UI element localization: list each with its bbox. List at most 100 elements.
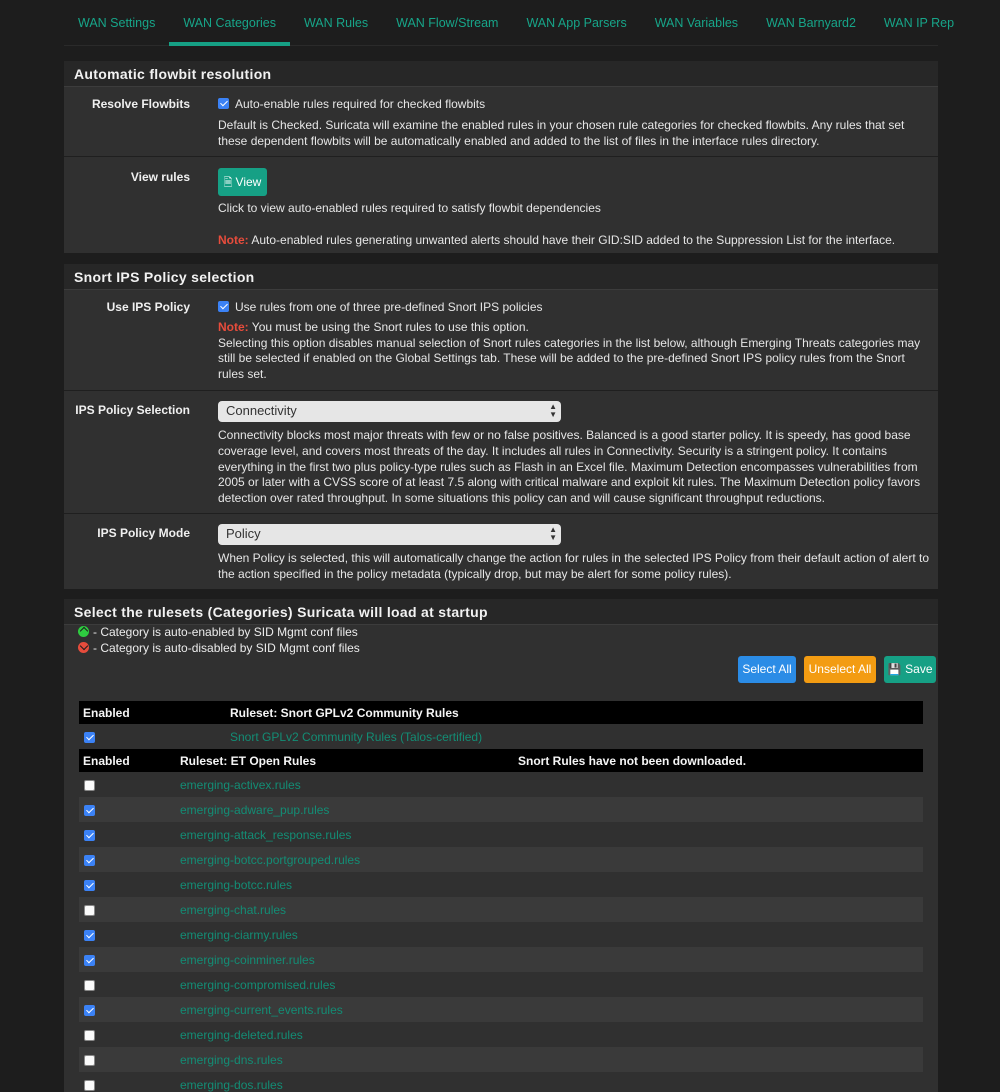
use-ips-help: Selecting this option disables manual se… [218,335,921,382]
auto-enabled-icon [78,626,89,637]
view-rules-row: View rules 🗎 View Click to view auto-enab… [64,157,938,253]
rule-checkbox[interactable] [84,980,95,991]
rule-link[interactable]: emerging-botcc.portgrouped.rules [180,853,360,867]
view-button[interactable]: 🗎 View [218,168,267,196]
et-rules-list: emerging-activex.rules emerging-adware_pu… [79,772,923,1092]
flowbit-heading: Automatic flowbit resolution [64,61,938,87]
snort-status-header: Snort Rules have not been downloaded. [518,754,747,768]
use-ips-checkbox-row[interactable]: Use rules from one of three pre-defined … [218,300,932,316]
use-ips-policy-label: Use IPS Policy [106,300,190,314]
snort-rules-table: Enabled Ruleset: Snort GPLv2 Community R… [79,701,923,1092]
ips-policy-selection-help: Connectivity blocks most major threats w… [218,428,921,506]
snort-table-header: Enabled Ruleset: Snort GPLv2 Community R… [79,701,923,724]
ips-policy-select-value: Connectivity [226,403,297,418]
rule-link[interactable]: emerging-adware_pup.rules [180,803,329,817]
rule-checkbox[interactable] [84,1005,95,1016]
rule-checkbox[interactable] [84,905,95,916]
table-row: emerging-botcc.portgrouped.rules [79,847,923,872]
table-row: emerging-dos.rules [79,1072,923,1092]
ips-policy-selection-label: IPS Policy Selection [75,403,190,417]
save-icon: 💾 [887,664,902,676]
save-button[interactable]: 💾 Save [884,656,936,683]
rule-link[interactable]: emerging-attack_response.rules [180,828,351,842]
rule-link[interactable]: emerging-botcc.rules [180,878,292,892]
table-row: Snort GPLv2 Community Rules (Talos-certi… [79,724,923,749]
table-row: emerging-deleted.rules [79,1022,923,1047]
rule-link[interactable]: emerging-dos.rules [180,1078,283,1092]
rule-link[interactable]: emerging-chat.rules [180,903,286,917]
legend-auto-enabled: - Category is auto-enabled by SID Mgmt c… [78,625,358,639]
tab-wan-variables[interactable]: WAN Variables [641,0,752,46]
tab-bar: WAN Settings WAN Categories WAN Rules WAN F… [64,0,954,46]
ips-note-prefix: Note: [218,319,249,334]
tab-wan-app-parsers[interactable]: WAN App Parsers [512,0,640,46]
select-arrows-icon: ▲ ▼ [549,525,557,542]
rule-checkbox[interactable] [84,830,95,841]
ips-policy-mode-label: IPS Policy Mode [97,526,190,540]
rule-checkbox[interactable] [84,955,95,966]
document-icon: 🗎 [223,177,233,189]
rule-checkbox[interactable] [84,780,95,791]
rule-link[interactable]: emerging-deleted.rules [180,1028,303,1042]
rule-link[interactable]: emerging-dns.rules [180,1053,283,1067]
use-ips-policy-checkbox[interactable] [218,301,229,312]
ruleset-actions: Select All Unselect All 💾 Save [64,656,938,683]
resolve-flowbits-checkbox[interactable] [218,98,229,109]
resolve-flowbits-checkbox-label: Auto-enable rules required for checked f… [235,97,486,111]
flowbit-note-prefix: Note: [218,232,249,247]
ips-policy-mode-select-value: Policy [226,526,261,541]
rule-link[interactable]: emerging-current_events.rules [180,1003,343,1017]
use-ips-policy-row: Use IPS Policy Use rules from one of thr… [64,290,938,391]
snort-ruleset-header: Ruleset: Snort GPLv2 Community Rules [230,706,459,720]
rule-checkbox[interactable] [84,1055,95,1066]
ips-note-text: You must be using the Snort rules to use… [251,319,529,334]
tab-wan-categories[interactable]: WAN Categories [169,0,290,46]
tab-wan-flow-stream[interactable]: WAN Flow/Stream [382,0,512,46]
rule-checkbox[interactable] [84,805,95,816]
table-row: emerging-coinminer.rules [79,947,923,972]
auto-disabled-icon [78,642,89,653]
rule-link[interactable]: emerging-compromised.rules [180,978,335,992]
flowbit-panel: Automatic flowbit resolution Resolve Flo… [64,61,938,253]
table-row: emerging-adware_pup.rules [79,797,923,822]
rule-checkbox[interactable] [84,855,95,866]
rulesets-heading: Select the rulesets (Categories) Suricat… [64,599,938,625]
save-button-label: Save [905,662,933,676]
resolve-flowbits-row: Resolve Flowbits Auto-enable rules requi… [64,87,938,157]
legend-auto-enabled-text: - Category is auto-enabled by SID Mgmt c… [93,625,358,639]
ips-note: Note: You must be using the Snort rules … [218,320,932,336]
et-table-header: Enabled Ruleset: ET Open Rules Snort Rul… [79,749,923,772]
snort-community-link[interactable]: Snort GPLv2 Community Rules (Talos-certi… [230,730,482,744]
tab-wan-settings[interactable]: WAN Settings [64,0,169,46]
rule-checkbox[interactable] [84,1080,95,1091]
view-rules-help: Click to view auto-enabled rules require… [218,201,601,215]
tab-wan-barnyard2[interactable]: WAN Barnyard2 [752,0,870,46]
ips-policy-mode-select[interactable]: Policy ▲ ▼ [218,524,561,545]
ips-policy-panel: Snort IPS Policy selection Use IPS Polic… [64,264,938,589]
rule-checkbox[interactable] [84,1030,95,1041]
unselect-all-button[interactable]: Unselect All [804,656,876,683]
select-arrows-icon: ▲ ▼ [549,402,557,419]
table-row: emerging-current_events.rules [79,997,923,1022]
view-rules-label: View rules [130,170,190,184]
legend-auto-disabled: - Category is auto-disabled by SID Mgmt … [78,641,360,655]
table-row: emerging-dns.rules [79,1047,923,1072]
tab-wan-rules[interactable]: WAN Rules [290,0,382,46]
resolve-flowbits-checkbox-row[interactable]: Auto-enable rules required for checked f… [218,97,932,113]
rule-checkbox[interactable] [84,930,95,941]
use-ips-checkbox-label: Use rules from one of three pre-defined … [235,300,543,314]
rule-link[interactable]: emerging-coinminer.rules [180,953,315,967]
table-row: emerging-chat.rules [79,897,923,922]
tab-wan-ip-rep[interactable]: WAN IP Rep [870,0,968,46]
table-row: emerging-ciarmy.rules [79,922,923,947]
table-row: emerging-attack_response.rules [79,822,923,847]
ips-policy-mode-row: IPS Policy Mode Policy ▲ ▼ When Policy is… [64,514,938,588]
resolve-flowbits-label: Resolve Flowbits [91,97,190,111]
rule-link[interactable]: emerging-ciarmy.rules [180,928,298,942]
table-row: emerging-botcc.rules [79,872,923,897]
rule-checkbox[interactable] [84,880,95,891]
snort-community-checkbox[interactable] [84,732,95,743]
ips-policy-select[interactable]: Connectivity ▲ ▼ [218,401,561,422]
rule-link[interactable]: emerging-activex.rules [180,778,301,792]
select-all-button[interactable]: Select All [738,656,796,683]
